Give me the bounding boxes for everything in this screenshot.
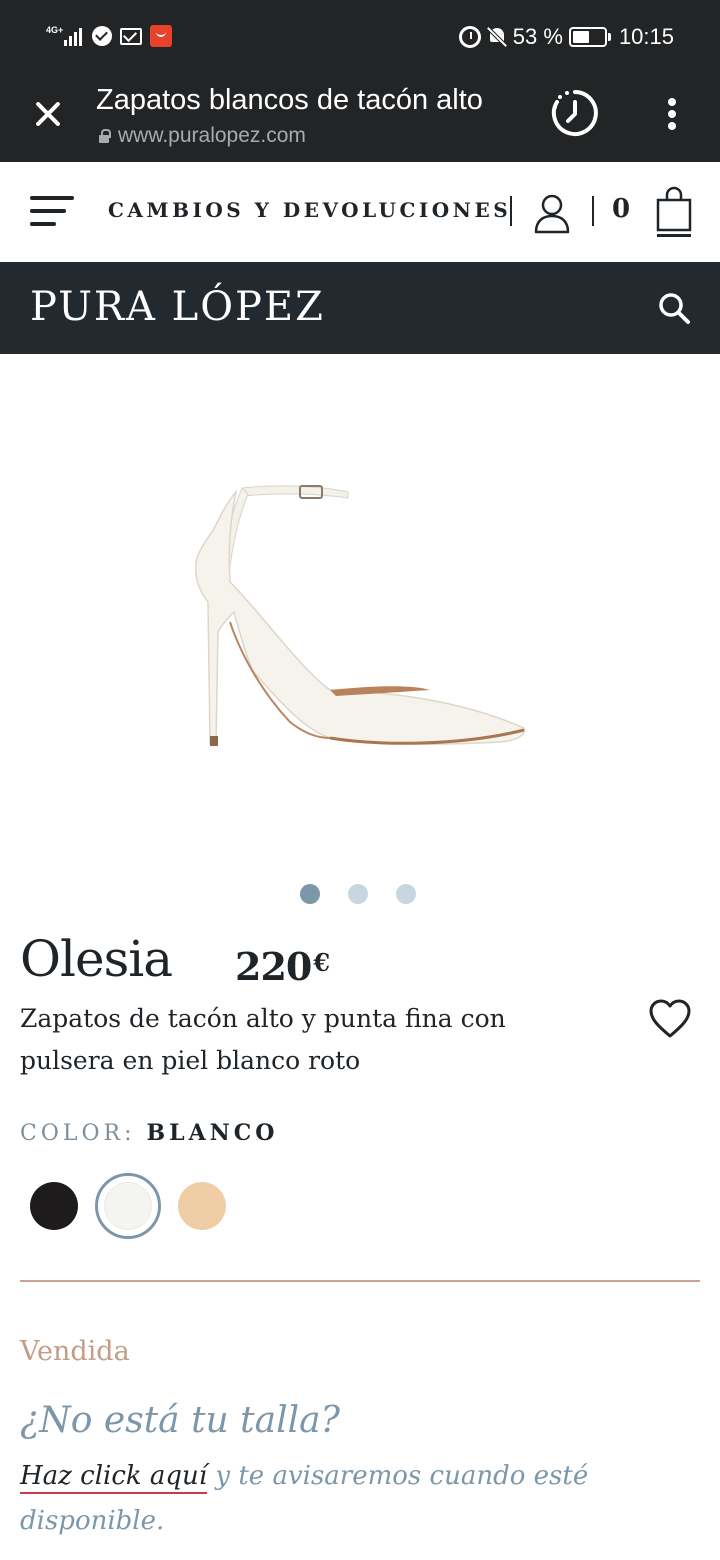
- signal-icon: 4G+: [46, 24, 84, 48]
- cart-count: 0: [612, 194, 631, 224]
- status-bar: 4G+ 53 % 10:15: [0, 0, 720, 78]
- user-account-icon[interactable]: [532, 192, 572, 234]
- color-swatch-nude[interactable]: [178, 1182, 226, 1230]
- mail-icon: [120, 27, 142, 45]
- product-price: 220€: [235, 944, 330, 989]
- lock-icon: [98, 129, 111, 143]
- history-icon[interactable]: [550, 88, 600, 138]
- close-icon[interactable]: [28, 94, 68, 134]
- notify-message: Haz click aquí y te avisaremos cuando es…: [20, 1454, 620, 1544]
- color-swatch-white[interactable]: [104, 1182, 152, 1230]
- url-bar[interactable]: www.puralopez.com: [98, 124, 306, 148]
- returns-link[interactable]: CAMBIOS Y DEVOLUCIONES: [108, 198, 511, 222]
- brand-header: PURA LÓPEZ: [0, 262, 720, 354]
- gallery-dot[interactable]: [396, 884, 416, 904]
- gallery-pagination: [300, 884, 416, 904]
- color-value: BLANCO: [146, 1120, 279, 1146]
- app-notification-icon: [150, 25, 172, 47]
- clock: 10:15: [618, 24, 674, 49]
- availability-status: Vendida: [20, 1336, 130, 1367]
- page-title: Zapatos blancos de tacón alto: [96, 84, 483, 116]
- heart-icon[interactable]: [648, 998, 692, 1042]
- product-description: Zapatos de tacón alto y punta fina con p…: [20, 1004, 506, 1075]
- gallery-dot[interactable]: [348, 884, 368, 904]
- product-name: Olesia: [20, 930, 173, 988]
- site-top-nav: CAMBIOS Y DEVOLUCIONES 0: [0, 162, 720, 262]
- color-swatch-black[interactable]: [30, 1182, 78, 1230]
- battery-icon: [568, 27, 611, 47]
- check-circle-icon: [92, 26, 112, 46]
- browser-toolbar: Zapatos blancos de tacón alto www.puralo…: [0, 78, 720, 162]
- color-label: COLOR:: [20, 1121, 136, 1146]
- url-text: www.puralopez.com: [118, 124, 306, 147]
- divider: [510, 196, 512, 226]
- search-icon[interactable]: [656, 290, 692, 326]
- more-options-icon[interactable]: [654, 92, 690, 136]
- section-divider: [20, 1280, 700, 1282]
- battery-percent: 53 %: [512, 24, 563, 49]
- shopping-bag-icon[interactable]: [654, 186, 694, 238]
- product-image[interactable]: [180, 372, 540, 862]
- bell-muted-icon: [487, 26, 507, 48]
- color-label-row: COLOR: BLANCO: [20, 1120, 278, 1146]
- alarm-icon: [458, 26, 481, 48]
- brand-logo[interactable]: PURA LÓPEZ: [30, 284, 325, 330]
- divider: [592, 196, 594, 226]
- network-type: 4G+: [46, 25, 64, 35]
- hamburger-menu-icon[interactable]: [30, 196, 76, 230]
- notify-link[interactable]: Haz click aquí: [20, 1461, 207, 1491]
- gallery-dot[interactable]: [300, 884, 320, 904]
- size-question: ¿No está tu talla?: [20, 1400, 340, 1441]
